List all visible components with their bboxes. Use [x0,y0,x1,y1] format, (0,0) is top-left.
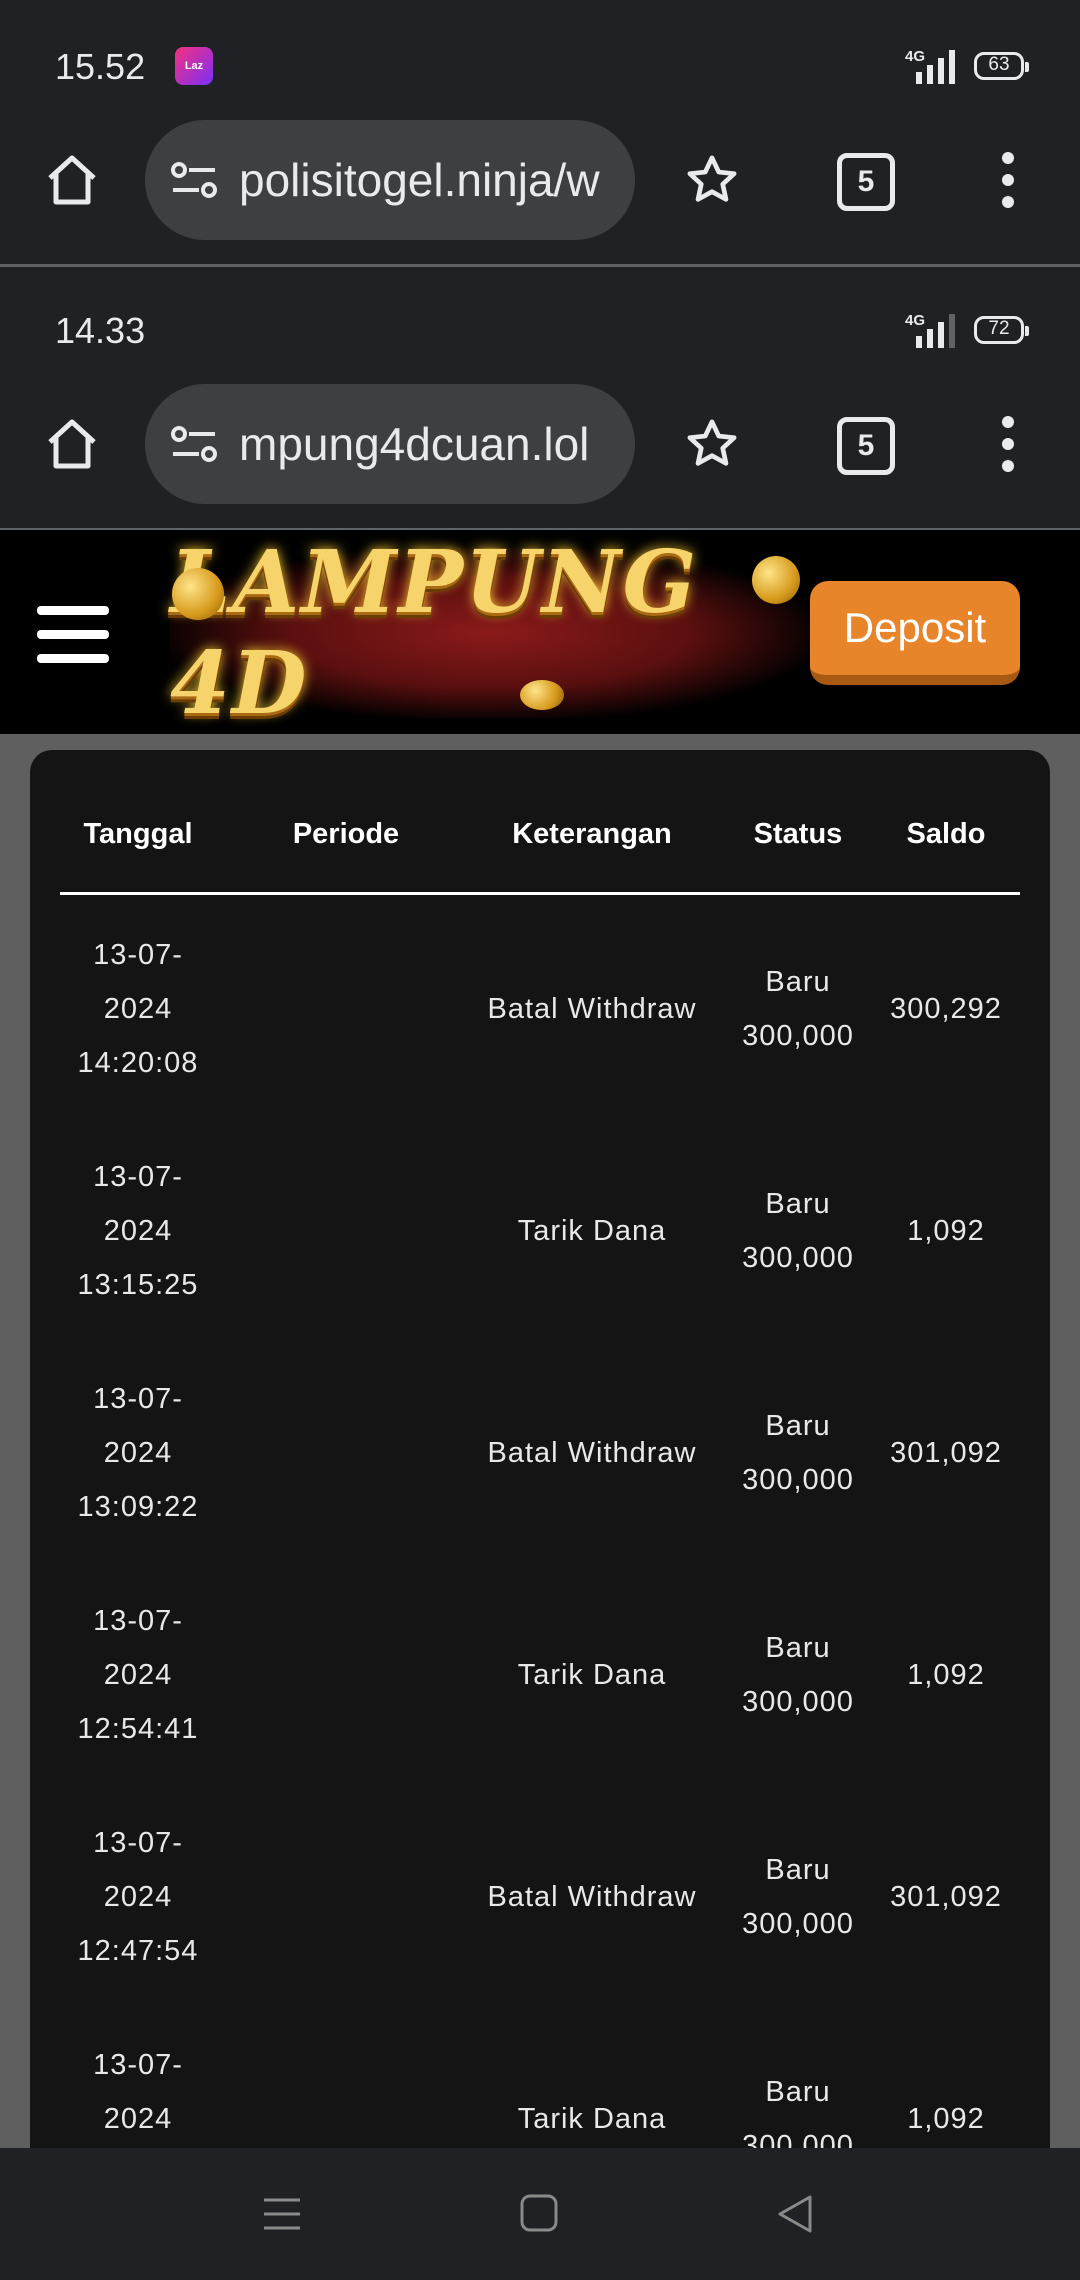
cell-keterangan: Batal Withdraw [487,1437,697,1469]
cell-tanggal-time: 12:47:54 [77,1935,199,1967]
cell-tanggal-date: 13-07- [93,939,183,971]
table-row: 13-07- 2024 14:20:08 Batal Withdraw Baru 300,… [30,928,1050,1150]
cell-tanggal-year: 2024 [103,993,173,1025]
tab-switcher-button[interactable]: 5 [837,153,895,211]
cell-keterangan: Batal Withdraw [487,1881,697,1913]
cell-tanggal-year: 2024 [103,1659,173,1691]
home-icon-2[interactable] [42,414,102,474]
coin-decoration-icon [752,556,800,604]
coin-decoration-icon [172,568,224,620]
cell-status-status: Baru [765,966,831,998]
site-settings-icon[interactable] [169,160,219,200]
more-menu-icon-2[interactable] [996,414,1020,474]
cell-tanggal-date: 13-07- [93,1383,183,1415]
cell-saldo: 1,092 [907,2103,985,2135]
cell-status: Baru 300,000 [723,1843,873,1951]
th-saldo: Saldo [906,818,986,850]
cell-status-amount: 300,000 [742,1020,854,1052]
url-text: polisitogel.ninja/w [239,154,600,206]
battery-indicator-2: 72 [974,316,1029,344]
cell-tanggal-time: 14:20:08 [77,1047,199,1079]
cell-tanggal-date: 13-07- [93,1605,183,1637]
cell-keterangan: Tarik Dana [517,2103,667,2135]
transaction-table: Tanggal Periode Keterangan Status Saldo 13-07… [30,750,1050,2170]
coin-decoration-icon [520,680,564,710]
cell-tanggal-time: 13:09:22 [77,1491,199,1523]
home-nav-icon[interactable] [520,2194,560,2234]
status-time-2: 14.33 [55,310,146,351]
cell-status-amount: 300,000 [742,1908,854,1940]
cell-status-amount: 300,000 [742,1242,854,1274]
table-row: 13-07- 2024 12:47:54 Batal Withdraw Baru 300,… [30,1816,1050,2038]
screenshot-divider [0,264,1080,267]
battery-indicator: 63 [974,52,1029,80]
tab-switcher-button-2[interactable]: 5 [837,417,895,475]
cell-tanggal-year: 2024 [103,1881,173,1913]
cell-tanggal-time: 13:15:25 [77,1269,199,1301]
cell-saldo: 301,092 [890,1881,1002,1913]
cell-keterangan: Batal Withdraw [487,993,697,1025]
cell-saldo: 1,092 [907,1215,985,1247]
cell-status-status: Baru [765,1632,831,1664]
cell-status: Baru 300,000 [723,955,873,1063]
home-icon[interactable] [42,150,102,210]
cell-status: Baru 300,000 [723,1177,873,1285]
cell-tanggal-year: 2024 [103,1437,173,1469]
th-keterangan: Keterangan [512,818,672,850]
bookmark-star-icon-2[interactable] [684,416,740,472]
recents-icon[interactable] [262,2196,302,2232]
signal-icon-2 [916,314,955,348]
table-row: 13-07- 2024 13:09:22 Batal Withdraw Baru 300,… [30,1372,1050,1594]
cell-tanggal: 13-07- 2024 13:09:22 [38,1372,238,1534]
table-header-divider [60,892,1020,895]
deposit-button[interactable]: Deposit [810,581,1020,685]
cell-status-status: Baru [765,1188,831,1220]
cell-tanggal: 13-07- 2024 13:15:25 [38,1150,238,1312]
cell-saldo: 300,292 [890,993,1002,1025]
cell-tanggal-date: 13-07- [93,1161,183,1193]
back-nav-icon[interactable] [776,2194,816,2234]
cell-tanggal-date: 13-07- [93,1827,183,1859]
cell-status-status: Baru [765,1854,831,1886]
cell-status: Baru 300,000 [723,1621,873,1729]
cell-status-status: Baru [765,1410,831,1442]
cell-status: Baru 300,000 [723,1399,873,1507]
url-bar[interactable]: polisitogel.ninja/w [145,120,635,240]
url-text-2: mpung4dcuan.lol [239,418,590,470]
status-time: 15.52 [55,46,146,87]
cell-tanggal: 13-07- 2024 14:20:08 [38,928,238,1090]
site-logo[interactable]: LAMPUNG 4D [170,532,810,734]
logo-text: LAMPUNG 4D [170,532,699,734]
cell-tanggal-time: 12:54:41 [77,1713,199,1745]
cell-keterangan: Tarik Dana [517,1659,667,1691]
cell-status-amount: 300,000 [742,1464,854,1496]
bookmark-star-icon[interactable] [684,152,740,208]
table-row: 13-07- 2024 12:54:41 Tarik Dana Baru 300,000 1… [30,1594,1050,1816]
cell-tanggal-year: 2024 [103,1215,173,1247]
cell-tanggal: 13-07- 2024 12:54:41 [38,1594,238,1756]
cell-tanggal-year: 2024 [103,2103,173,2135]
th-tanggal: Tanggal [83,818,193,850]
table-row: 13-07- 2024 13:15:25 Tarik Dana Baru 300,000 1… [30,1150,1050,1372]
site-settings-icon-2[interactable] [169,424,219,464]
signal-icon [916,50,955,84]
cell-keterangan: Tarik Dana [517,1215,667,1247]
cell-status-status: Baru [765,2076,831,2108]
cell-saldo: 301,092 [890,1437,1002,1469]
cell-tanggal: 13-07- 2024 12:47:54 [38,1816,238,1978]
th-status: Status [753,818,843,850]
cell-tanggal-date: 13-07- [93,2049,183,2081]
cell-status-amount: 300,000 [742,1686,854,1718]
cell-saldo: 1,092 [907,1659,985,1691]
th-periode: Periode [292,818,400,850]
url-bar-2[interactable]: mpung4dcuan.lol [145,384,635,504]
lazada-notification-icon: Laz [175,47,213,85]
more-menu-icon[interactable] [996,150,1020,210]
hamburger-menu-icon[interactable] [37,606,109,678]
